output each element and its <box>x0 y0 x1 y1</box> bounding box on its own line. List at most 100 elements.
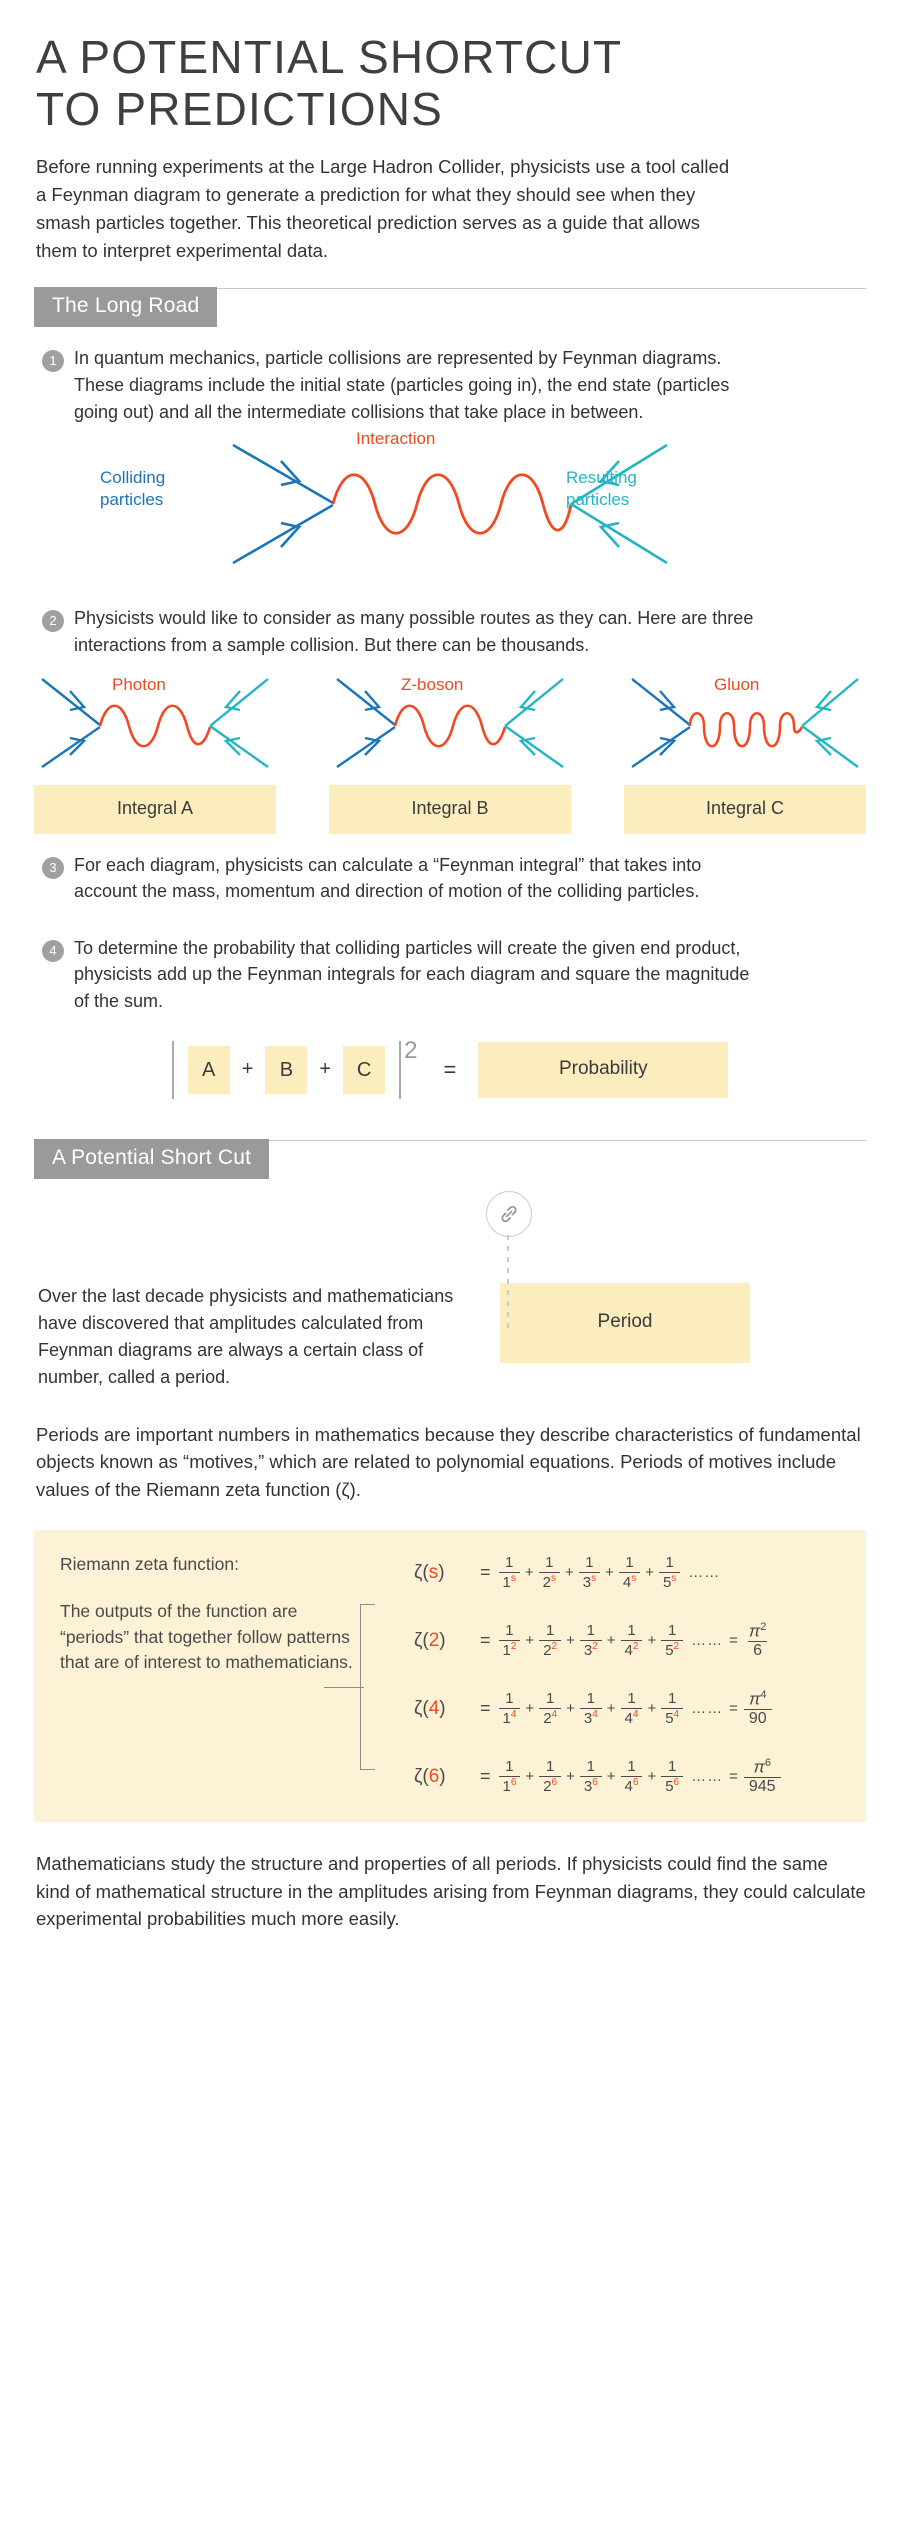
step-text-2: Physicists would like to consider as man… <box>74 608 754 655</box>
section-header-short-cut: A Potential Short Cut <box>34 1138 866 1179</box>
zeta-brace <box>324 1603 390 1770</box>
zeta-result-6: = π6 945 <box>729 1757 781 1796</box>
zeta-equation-2: ζ(2) = 1 12 + 1 22 + 1 32 + 1 42 + 1 52 …… = … <box>414 1620 840 1662</box>
section-banner-label: The Long Road <box>34 287 218 328</box>
page-title: A POTENTIAL SHORTCUT TO PREDICTIONS <box>36 31 866 135</box>
zeta-label-body: The outputs of the function are “periods… <box>60 1601 353 1673</box>
zeta-equals-s: = <box>480 1562 491 1583</box>
zeta-term: 1 5s <box>658 1555 681 1591</box>
zeta-plus: + <box>606 1632 616 1650</box>
step-text-3: For each diagram, physicists can calcula… <box>74 854 702 902</box>
step-text-4: To determine the probability that collid… <box>74 937 750 1012</box>
zeta-term: 1 16 <box>498 1759 521 1795</box>
step-4: 4 To determine the probability that coll… <box>36 935 866 1015</box>
step-3: 3 For each diagram, physicists can calcu… <box>36 852 866 905</box>
zeta-plus: + <box>606 1768 616 1786</box>
step-number-1: 1 <box>42 350 64 373</box>
zeta-term: 1 3s <box>578 1555 601 1591</box>
zeta-equals-4: = <box>480 1698 491 1719</box>
periods-paragraph: Periods are important numbers in mathema… <box>36 1423 861 1501</box>
zeta-plus: + <box>647 1700 657 1718</box>
step-text-1: In quantum mechanics, particle collision… <box>74 348 730 422</box>
section-banner-label-2: A Potential Short Cut <box>34 1138 270 1179</box>
term-b: B <box>265 1045 308 1094</box>
zeta-plus: + <box>606 1700 616 1718</box>
section-rule <box>217 288 866 290</box>
feynman-diagram-photon: Photon <box>34 673 276 771</box>
zeta-term: 1 42 <box>620 1623 643 1659</box>
trio-cell-photon: Photon Integral A <box>34 673 276 834</box>
link-icon-glyph <box>501 1205 517 1222</box>
zeta-term: 1 26 <box>539 1759 562 1795</box>
abs-bar-right <box>399 1040 402 1099</box>
zeta-equals-6: = <box>480 1766 491 1787</box>
zeta-plus: + <box>566 1632 575 1650</box>
zeta-plus: + <box>524 1564 534 1582</box>
zeta-plus: + <box>605 1564 614 1582</box>
zeta-term: 1 52 <box>661 1623 684 1659</box>
zeta-plus: + <box>564 1564 574 1582</box>
zeta-ellipsis: …… <box>691 1700 724 1718</box>
step-number-2: 2 <box>42 610 64 633</box>
zeta-plus: + <box>525 1632 535 1650</box>
zeta-equation-6: ζ(6) = 1 16 + 1 26 + 1 36 + 1 46 + 1 56 …… = … <box>414 1756 840 1798</box>
zeta-panel-left: Riemann zeta function: The outputs of th… <box>60 1552 360 1798</box>
exponent-two: 2 <box>404 1036 418 1064</box>
plus-sign-2: + <box>319 1058 332 1081</box>
label-gluon: Gluon <box>714 674 760 694</box>
label-photon: Photon <box>112 674 166 694</box>
zeta-term: 1 54 <box>661 1691 684 1727</box>
zeta-equation-s: ζ(s) = 1 1s + 1 2s + 1 3s + 1 4s + 1 5s …… <box>414 1552 840 1594</box>
integral-box-c: Integral C <box>624 784 866 834</box>
zeta-result-2: = π2 6 <box>729 1620 768 1660</box>
dashed-connector-line <box>507 1234 509 1331</box>
label-colliding-particles: Colliding particles <box>100 468 166 509</box>
intro-paragraph: Before running experiments at the Large … <box>36 153 736 265</box>
feynman-diagram-zboson: Z-boson <box>329 673 571 771</box>
zeta-name-6: ζ(6) <box>414 1765 446 1787</box>
zeta-equations: ζ(s) = 1 1s + 1 2s + 1 3s + 1 4s + 1 5s …… ζ(… <box>390 1552 840 1798</box>
period-box: Period <box>500 1282 750 1363</box>
label-resulting-particles: Resulting particles <box>566 468 637 509</box>
zeta-term: 1 14 <box>498 1691 521 1727</box>
zeta-term: 1 34 <box>579 1691 602 1727</box>
zeta-plus: + <box>645 1564 654 1582</box>
zeta-term: 1 22 <box>539 1623 562 1659</box>
step-number-4: 4 <box>42 939 64 962</box>
step-1: 1 In quantum mechanics, particle collisi… <box>36 345 866 425</box>
label-interaction: Interaction <box>356 429 436 449</box>
zeta-equals-2: = <box>480 1630 491 1651</box>
zeta-term: 1 46 <box>620 1759 643 1795</box>
infographic-page: A POTENTIAL SHORTCUT TO PREDICTIONS Befo… <box>0 0 900 2539</box>
step-2: 2 Physicists would like to consider as m… <box>36 605 866 658</box>
equals-sign: = <box>443 1056 457 1082</box>
riemann-zeta-panel: Riemann zeta function: The outputs of th… <box>34 1529 866 1822</box>
zeta-label-top: Riemann zeta function: <box>60 1553 239 1574</box>
integral-box-b: Integral B <box>329 784 571 834</box>
zeta-term: 1 24 <box>539 1691 562 1727</box>
zeta-ellipsis: …… <box>691 1632 724 1650</box>
period-row: Over the last decade physicists and math… <box>34 1282 866 1391</box>
zeta-ellipsis: …… <box>688 1564 721 1582</box>
footer-paragraph: Mathematicians study the structure and p… <box>36 1852 866 1930</box>
zeta-term: 1 12 <box>498 1623 521 1659</box>
link-icon <box>486 1190 532 1237</box>
zeta-equation-4: ζ(4) = 1 14 + 1 24 + 1 34 + 1 44 + 1 54 …… = … <box>414 1688 840 1730</box>
zeta-term: 1 36 <box>579 1759 602 1795</box>
intro-text: Before running experiments at the Large … <box>36 156 730 262</box>
section-rule-2 <box>269 1139 866 1141</box>
probability-box: Probability <box>478 1041 729 1098</box>
zeta-plus: + <box>647 1632 657 1650</box>
zeta-name-s: ζ(s) <box>414 1561 445 1583</box>
feynman-diagram-trio: Photon Integral A Z-boson Integral B Glu… <box>34 673 866 834</box>
trio-cell-zboson: Z-boson Integral B <box>329 673 571 834</box>
zeta-plus: + <box>525 1700 535 1718</box>
shortcut-connector <box>34 1190 866 1331</box>
page-title-line1: A POTENTIAL SHORTCUT <box>36 31 623 83</box>
page-title-line2: TO PREDICTIONS <box>36 82 443 135</box>
step-number-3: 3 <box>42 856 64 879</box>
zeta-name-2: ζ(2) <box>414 1629 446 1651</box>
zeta-result-4: = π4 90 <box>729 1689 772 1728</box>
zeta-plus: + <box>525 1768 535 1786</box>
zeta-name-4: ζ(4) <box>414 1697 446 1719</box>
